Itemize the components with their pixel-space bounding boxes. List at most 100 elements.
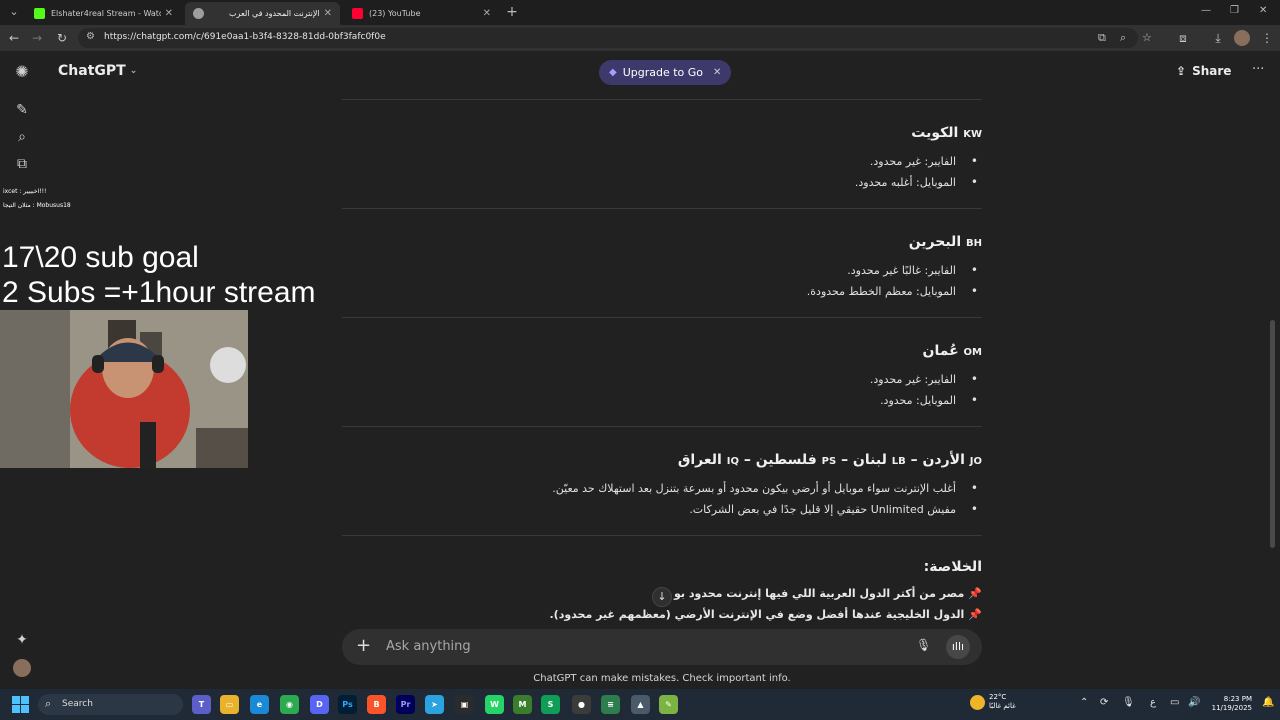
reload-icon[interactable]: ↻ — [54, 30, 70, 46]
zoom-icon[interactable]: ⌕ — [1120, 31, 1126, 45]
scroll-to-bottom-button[interactable]: ↓ — [652, 587, 672, 607]
network-icon[interactable]: ▭ — [1170, 697, 1179, 708]
sparkle-icon[interactable]: ✦ — [13, 631, 31, 649]
clock[interactable]: 8:23 PM 11/19/2025 — [1208, 695, 1252, 713]
list-item: الفايبر: غير محدود. — [342, 151, 982, 172]
minimize-icon[interactable]: — — [1201, 5, 1211, 16]
user-avatar[interactable] — [13, 659, 31, 677]
photoshop-icon[interactable]: Ps — [338, 695, 357, 714]
stream-chat-line: ixcet : اخبييير!!! — [3, 188, 47, 195]
sync-icon[interactable]: ⟳ — [1100, 697, 1108, 708]
discord-icon[interactable]: D — [310, 695, 329, 714]
message-composer[interactable]: + Ask anything 🎙 ıllı — [342, 629, 982, 665]
app-icon[interactable]: ≡ — [601, 695, 620, 714]
app-icon[interactable]: ▲ — [631, 695, 650, 714]
restore-icon[interactable]: ❐ — [1230, 5, 1239, 16]
weather-desc: غائم غالبًا — [989, 702, 1016, 710]
tab-youtube[interactable]: (23) YouTube ✕ — [344, 2, 499, 25]
tray-chevron-icon[interactable]: ⌃ — [1080, 697, 1088, 708]
minecraft-icon[interactable]: M — [513, 695, 532, 714]
capcut-icon[interactable]: ▣ — [455, 695, 474, 714]
country-code: JO — [969, 456, 982, 467]
weather-sun-icon — [970, 694, 985, 710]
spreadsheet-icon[interactable]: S — [541, 695, 560, 714]
more-options-icon[interactable]: ··· — [1252, 62, 1264, 77]
whatsapp-icon[interactable]: W — [485, 695, 504, 714]
microphone-icon[interactable]: 🎙 — [916, 638, 931, 652]
country-name: فلسطين – — [743, 452, 817, 468]
openai-logo-icon[interactable]: ✺ — [13, 63, 31, 81]
notepad-icon[interactable]: ✎ — [659, 695, 678, 714]
summary-line: 📌الدول الخليجية عندها أفضل وضع في الإنتر… — [342, 604, 983, 625]
notification-bell-icon[interactable]: 🔔 — [1262, 697, 1274, 708]
tab-title: الإنترنت المحدود في العرب — [229, 9, 320, 18]
profile-avatar[interactable] — [1234, 30, 1250, 46]
taskbar-search[interactable]: ⌕ Search — [38, 694, 183, 715]
section-heading: OM عُمان — [342, 341, 982, 363]
country-section-bahrain: BH البحرين الفايبر: غالبًا غير محدود. ال… — [342, 232, 982, 302]
premiere-icon[interactable]: Pr — [396, 695, 415, 714]
url-text[interactable]: https://chatgpt.com/c/691e0aa1-b3f4-8328… — [104, 32, 386, 42]
library-icon[interactable]: ⧉ — [13, 155, 31, 173]
tab-title: Elshater4real Stream - Watch Li — [51, 9, 161, 18]
country-code: KW — [963, 129, 982, 140]
list-item: الفايبر: غير محدود. — [342, 369, 982, 390]
country-code: IQ — [726, 456, 739, 467]
weather-widget[interactable]: 22°C غائم غالبًا — [970, 693, 1016, 711]
new-tab-plus-icon[interactable]: + — [503, 4, 521, 20]
edge-icon[interactable]: e — [250, 695, 269, 714]
language-indicator[interactable]: ع — [1150, 697, 1156, 708]
tab-title: (23) YouTube — [369, 9, 421, 18]
chatgpt-app: ✺ ✎ ⌕ ⧉ ✦ ChatGPT ⌄ ◆ Upgrade to Go ✕ ⇪ … — [0, 51, 1280, 689]
file-explorer-icon[interactable]: ▭ — [220, 695, 239, 714]
forward-arrow-icon[interactable]: → — [29, 30, 45, 46]
summary-text: مصر من أكتر الدول العربية اللي فيها إنتر… — [658, 587, 965, 600]
telegram-icon[interactable]: ➤ — [425, 695, 444, 714]
webcam-image — [0, 310, 248, 468]
microphone-tray-icon[interactable]: 🎙 — [1122, 697, 1135, 708]
search-icon[interactable]: ⌕ — [13, 128, 31, 146]
close-icon[interactable]: ✕ — [324, 8, 332, 19]
country-section-kuwait: KW الكويت الفايبر: غير محدود. الموبايل: … — [342, 123, 982, 193]
browser-menu-icon[interactable]: ⋮ — [1259, 30, 1275, 46]
back-arrow-icon[interactable]: ← — [6, 30, 22, 46]
model-picker[interactable]: ChatGPT ⌄ — [58, 63, 137, 79]
tab-chatgpt[interactable]: الإنترنت المحدود في العرب ✕ — [185, 2, 340, 25]
country-code: PS — [821, 456, 837, 467]
list-item: الموبايل: محدود. — [342, 390, 982, 411]
tab-kick-stream[interactable]: Elshater4real Stream - Watch Li ✕ — [26, 2, 181, 25]
disclaimer-text: ChatGPT can make mistakes. Check importa… — [533, 673, 791, 684]
country-name: البحرين — [908, 234, 962, 250]
address-bar[interactable]: ⚙ https://chatgpt.com/c/691e0aa1-b3f4-83… — [78, 28, 1152, 48]
brave-icon[interactable]: B — [367, 695, 386, 714]
browser-toolbar: ← → ↻ ⚙ https://chatgpt.com/c/691e0aa1-b… — [0, 25, 1280, 51]
country-section-levant-iraq: JO الأردن – LB لبنان – PS فلسطين – IQ ال… — [342, 450, 982, 520]
close-icon[interactable]: ✕ — [483, 8, 491, 19]
translate-icon[interactable]: ⧉ — [1098, 31, 1106, 45]
section-heading: BH البحرين — [342, 232, 982, 254]
obs-icon[interactable]: ● — [572, 695, 591, 714]
country-name: العراق — [677, 452, 722, 468]
chrome-icon[interactable]: ◉ — [280, 695, 299, 714]
volume-icon[interactable]: 🔊 — [1188, 697, 1200, 708]
close-window-icon[interactable]: ✕ — [1259, 5, 1267, 16]
share-button[interactable]: ⇪ Share — [1176, 64, 1231, 78]
list-item: الموبايل: معظم الخطط محدودة. — [342, 281, 982, 302]
extensions-icon[interactable]: ⧈ — [1175, 30, 1191, 46]
voice-mode-icon[interactable]: ıllı — [946, 635, 970, 659]
tab-search-icon[interactable]: ⌄ — [5, 4, 23, 20]
add-attachment-icon[interactable]: + — [356, 636, 371, 656]
scrollbar[interactable] — [1270, 320, 1275, 548]
teams-icon[interactable]: T — [192, 695, 211, 714]
composer-input[interactable]: Ask anything — [386, 639, 471, 654]
conversation: KW الكويت الفايبر: غير محدود. الموبايل: … — [342, 51, 982, 631]
chevron-down-icon: ⌄ — [129, 66, 138, 76]
site-info-icon[interactable]: ⚙ — [86, 31, 95, 42]
download-icon[interactable]: ⤓ — [1210, 30, 1226, 46]
share-label: Share — [1192, 64, 1232, 78]
divider — [342, 99, 982, 100]
windows-start-icon[interactable] — [12, 696, 29, 713]
close-icon[interactable]: ✕ — [165, 8, 173, 19]
bookmark-star-icon[interactable]: ☆ — [1142, 31, 1152, 44]
new-chat-icon[interactable]: ✎ — [13, 101, 31, 119]
